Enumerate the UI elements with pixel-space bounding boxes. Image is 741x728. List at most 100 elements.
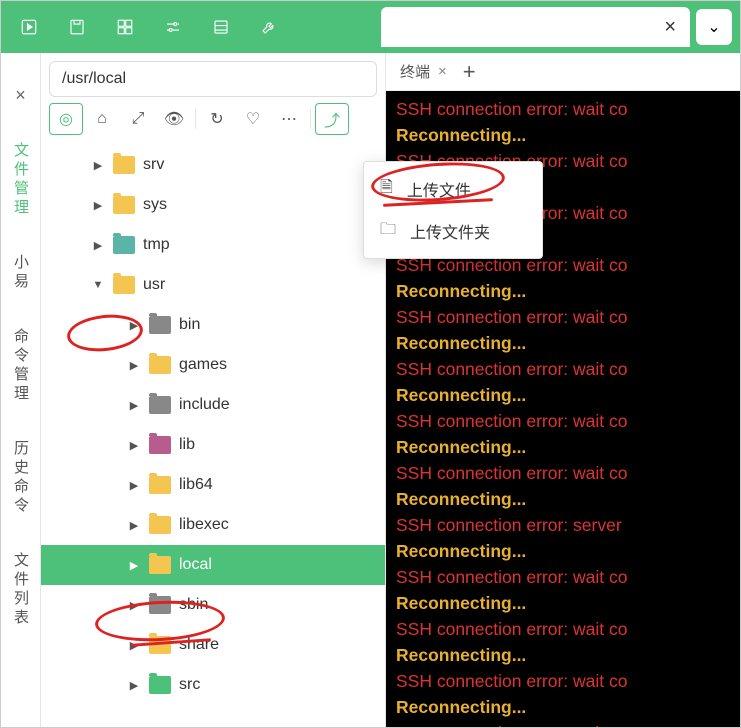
folder-icon <box>149 556 171 574</box>
chevron-icon: ▶ <box>91 239 105 252</box>
folder-icon <box>149 396 171 414</box>
tree-node-local[interactable]: ▶ local <box>41 545 385 585</box>
upload-icon[interactable]: ⤴ <box>315 103 349 135</box>
tree-node-label: include <box>179 396 230 414</box>
sidebar-item-4[interactable]: 文件列表 <box>10 552 31 628</box>
wrench-icon[interactable] <box>249 9 289 45</box>
tree-node-share[interactable]: ▶ share <box>41 625 385 665</box>
refresh-icon[interactable]: ↻ <box>200 103 234 135</box>
save-icon[interactable] <box>57 9 97 45</box>
tree-node-label: share <box>179 636 219 654</box>
list-icon[interactable] <box>201 9 241 45</box>
sidebar-item-2[interactable]: 命令管理 <box>10 328 31 404</box>
terminal-tab[interactable]: 终端 × <box>400 61 447 82</box>
tree-node-label: local <box>179 556 212 574</box>
chevron-icon: ▶ <box>127 439 141 452</box>
tree-node-usr[interactable]: ▼ usr <box>41 265 385 305</box>
main-area: × 文件管理小易命令管理历史命令文件列表 ◎ ⌂ ⤢ 👁 ↻ ♡ ⋯ ⤴ ▶ sr… <box>1 53 740 727</box>
popup-item-label: 上传文件 <box>407 177 471 201</box>
play-icon[interactable] <box>9 9 49 45</box>
chevron-down-icon: ⌄ <box>707 17 720 37</box>
tree-node-label: games <box>179 356 227 374</box>
eye-icon[interactable]: 👁 <box>157 103 191 135</box>
target-icon[interactable]: ◎ <box>49 103 83 135</box>
chevron-icon: ▶ <box>91 159 105 172</box>
sidebar-item-1[interactable]: 小易 <box>10 254 31 292</box>
tree-node-include[interactable]: ▶ include <box>41 385 385 425</box>
tree-node-label: lib64 <box>179 476 213 494</box>
tree-node-lib[interactable]: ▶ lib <box>41 425 385 465</box>
vertical-sidebar: × 文件管理小易命令管理历史命令文件列表 <box>1 53 41 727</box>
separator <box>195 109 196 129</box>
tree-node-label: usr <box>143 276 165 294</box>
chevron-icon: ▶ <box>127 319 141 332</box>
close-icon[interactable]: × <box>664 16 676 39</box>
folder-icon <box>113 276 135 294</box>
tree-node-src[interactable]: ▶ src <box>41 665 385 705</box>
terminal-tabs: 终端 × + <box>386 53 740 91</box>
window-tab[interactable]: × <box>381 7 690 47</box>
tree-node-label: src <box>179 676 200 694</box>
chevron-icon: ▶ <box>127 559 141 572</box>
folder-icon <box>113 196 135 214</box>
tree-node-sbin[interactable]: ▶ sbin <box>41 585 385 625</box>
chevron-icon: ▶ <box>127 519 141 532</box>
folder-icon <box>149 676 171 694</box>
home-icon[interactable]: ⌂ <box>85 103 119 135</box>
file-tree: ▶ srv ▶ sys ▶tmp ▼ usr ▶ bin ▶ games ▶ include ▶ lib ▶ l… <box>41 141 385 727</box>
chevron-icon: ▶ <box>127 399 141 412</box>
terminal-tab-label: 终端 <box>400 61 430 82</box>
folder-icon <box>149 596 171 614</box>
path-row <box>41 53 385 103</box>
folder-icon <box>149 516 171 534</box>
popup-item-1[interactable]: 🗀 上传文件夹 <box>364 210 542 252</box>
path-input[interactable] <box>49 61 377 97</box>
tree-node-lib64[interactable]: ▶ lib64 <box>41 465 385 505</box>
close-icon[interactable]: × <box>438 63 447 80</box>
sidebar-item-0[interactable]: 文件管理 <box>10 142 31 218</box>
sidebar-close[interactable]: × <box>15 85 26 106</box>
file-icon: 🗎 <box>380 176 393 203</box>
separator <box>310 109 311 129</box>
grid-icon[interactable] <box>105 9 145 45</box>
chevron-icon: ▶ <box>127 479 141 492</box>
folder-icon <box>113 236 135 254</box>
folder-icon <box>149 436 171 454</box>
tree-node-srv[interactable]: ▶ srv <box>41 145 385 185</box>
more-icon[interactable]: ⋯ <box>272 103 306 135</box>
folder-icon: 🗀 <box>380 218 396 245</box>
chevron-icon: ▶ <box>91 199 105 212</box>
folder-icon <box>149 476 171 494</box>
folder-icon <box>149 356 171 374</box>
popup-item-label: 上传文件夹 <box>410 219 490 243</box>
chevron-icon: ▼ <box>91 279 105 291</box>
popup-item-0[interactable]: 🗎 上传文件 <box>364 168 542 210</box>
add-terminal-icon[interactable]: + <box>463 59 476 85</box>
tab-dropdown[interactable]: ⌄ <box>696 9 732 45</box>
file-toolbar: ◎ ⌂ ⤢ 👁 ↻ ♡ ⋯ ⤴ <box>41 103 385 141</box>
sliders-icon[interactable] <box>153 9 193 45</box>
tree-node-libexec[interactable]: ▶ libexec <box>41 505 385 545</box>
tree-node-tmp[interactable]: ▶tmp <box>41 225 385 265</box>
folder-icon <box>113 156 135 174</box>
tree-node-bin[interactable]: ▶ bin <box>41 305 385 345</box>
folder-icon <box>149 636 171 654</box>
sidebar-item-3[interactable]: 历史命令 <box>10 440 31 516</box>
file-panel: ◎ ⌂ ⤢ 👁 ↻ ♡ ⋯ ⤴ ▶ srv ▶ sys ▶tmp ▼ usr ▶ bin ▶ gam… <box>41 53 386 727</box>
folder-icon <box>149 316 171 334</box>
chevron-icon: ▶ <box>127 599 141 612</box>
tree-node-label: bin <box>179 316 200 334</box>
terminal-panel: 终端 × + SSH connection error: wait co Rec… <box>386 53 740 727</box>
tree-node-label: sbin <box>179 596 208 614</box>
chevron-icon: ▶ <box>127 639 141 652</box>
tree-node-label: srv <box>143 156 164 174</box>
expand-icon[interactable]: ⤢ <box>121 103 155 135</box>
heart-icon[interactable]: ♡ <box>236 103 270 135</box>
chevron-icon: ▶ <box>127 359 141 372</box>
chevron-icon: ▶ <box>127 679 141 692</box>
tree-node-games[interactable]: ▶ games <box>41 345 385 385</box>
tree-node-label: sys <box>143 196 167 214</box>
tree-node-label: lib <box>179 436 195 454</box>
tree-node-sys[interactable]: ▶ sys <box>41 185 385 225</box>
tree-node-label: libexec <box>179 516 229 534</box>
